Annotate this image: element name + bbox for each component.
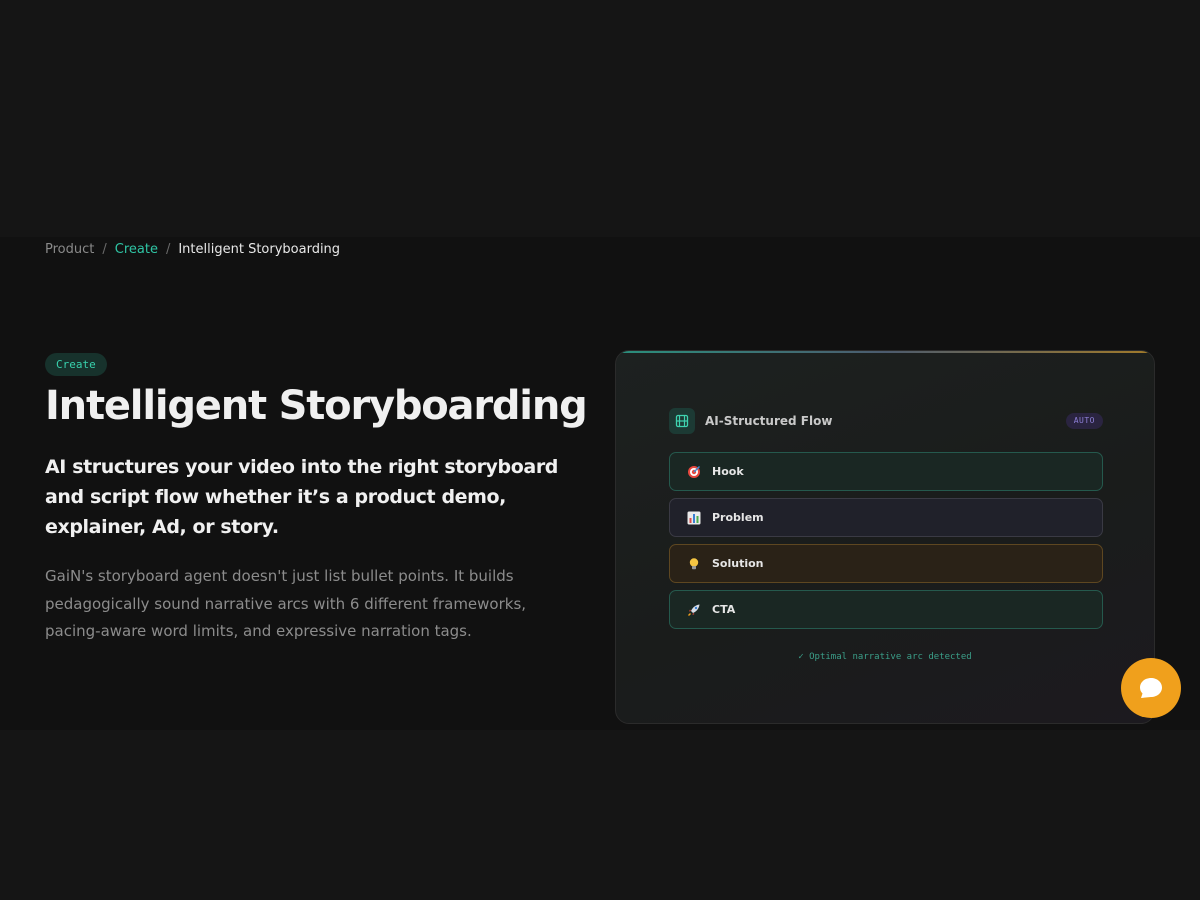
bar-chart-icon bbox=[686, 510, 702, 526]
chat-bubble-icon bbox=[1140, 678, 1162, 698]
flow-card: AI-Structured Flow AUTO Hook Problem Sol… bbox=[615, 350, 1155, 724]
flow-step-label: CTA bbox=[712, 603, 736, 616]
rocket-icon bbox=[686, 602, 702, 618]
breadcrumb-current: Intelligent Storyboarding bbox=[178, 242, 341, 257]
flow-step-label: Hook bbox=[712, 465, 744, 478]
breadcrumb-product[interactable]: Product bbox=[45, 242, 94, 257]
page: Product / Create / Intelligent Storyboar… bbox=[0, 0, 1200, 900]
card-gradient-line bbox=[616, 351, 1154, 353]
page-title: Intelligent Storyboarding bbox=[45, 383, 588, 429]
card-title: AI-Structured Flow bbox=[705, 414, 833, 428]
flow-step-cta[interactable]: CTA bbox=[669, 590, 1103, 629]
flow-step-problem[interactable]: Problem bbox=[669, 498, 1103, 537]
status-message: ✓ Optimal narrative arc detected bbox=[798, 652, 972, 662]
page-description: GaiN's storyboard agent doesn't just lis… bbox=[45, 567, 527, 640]
flow-step-label: Problem bbox=[712, 511, 764, 524]
flow-step-label: Solution bbox=[712, 557, 764, 570]
breadcrumb: Product / Create / Intelligent Storyboar… bbox=[45, 242, 340, 257]
film-icon bbox=[669, 408, 695, 434]
chat-button[interactable] bbox=[1121, 658, 1181, 718]
category-pill: Create bbox=[45, 353, 107, 376]
flow-step-solution[interactable]: Solution bbox=[669, 544, 1103, 583]
breadcrumb-create[interactable]: Create bbox=[115, 242, 158, 257]
card-header: AI-Structured Flow AUTO bbox=[669, 408, 1103, 434]
breadcrumb-separator: / bbox=[165, 242, 171, 257]
lightbulb-icon bbox=[686, 556, 702, 572]
auto-badge: AUTO bbox=[1065, 413, 1103, 429]
page-subtitle: AI structures your video into the right … bbox=[45, 456, 558, 538]
breadcrumb-separator: / bbox=[102, 242, 107, 257]
flow-step-hook[interactable]: Hook bbox=[669, 452, 1103, 491]
target-icon bbox=[686, 464, 702, 480]
